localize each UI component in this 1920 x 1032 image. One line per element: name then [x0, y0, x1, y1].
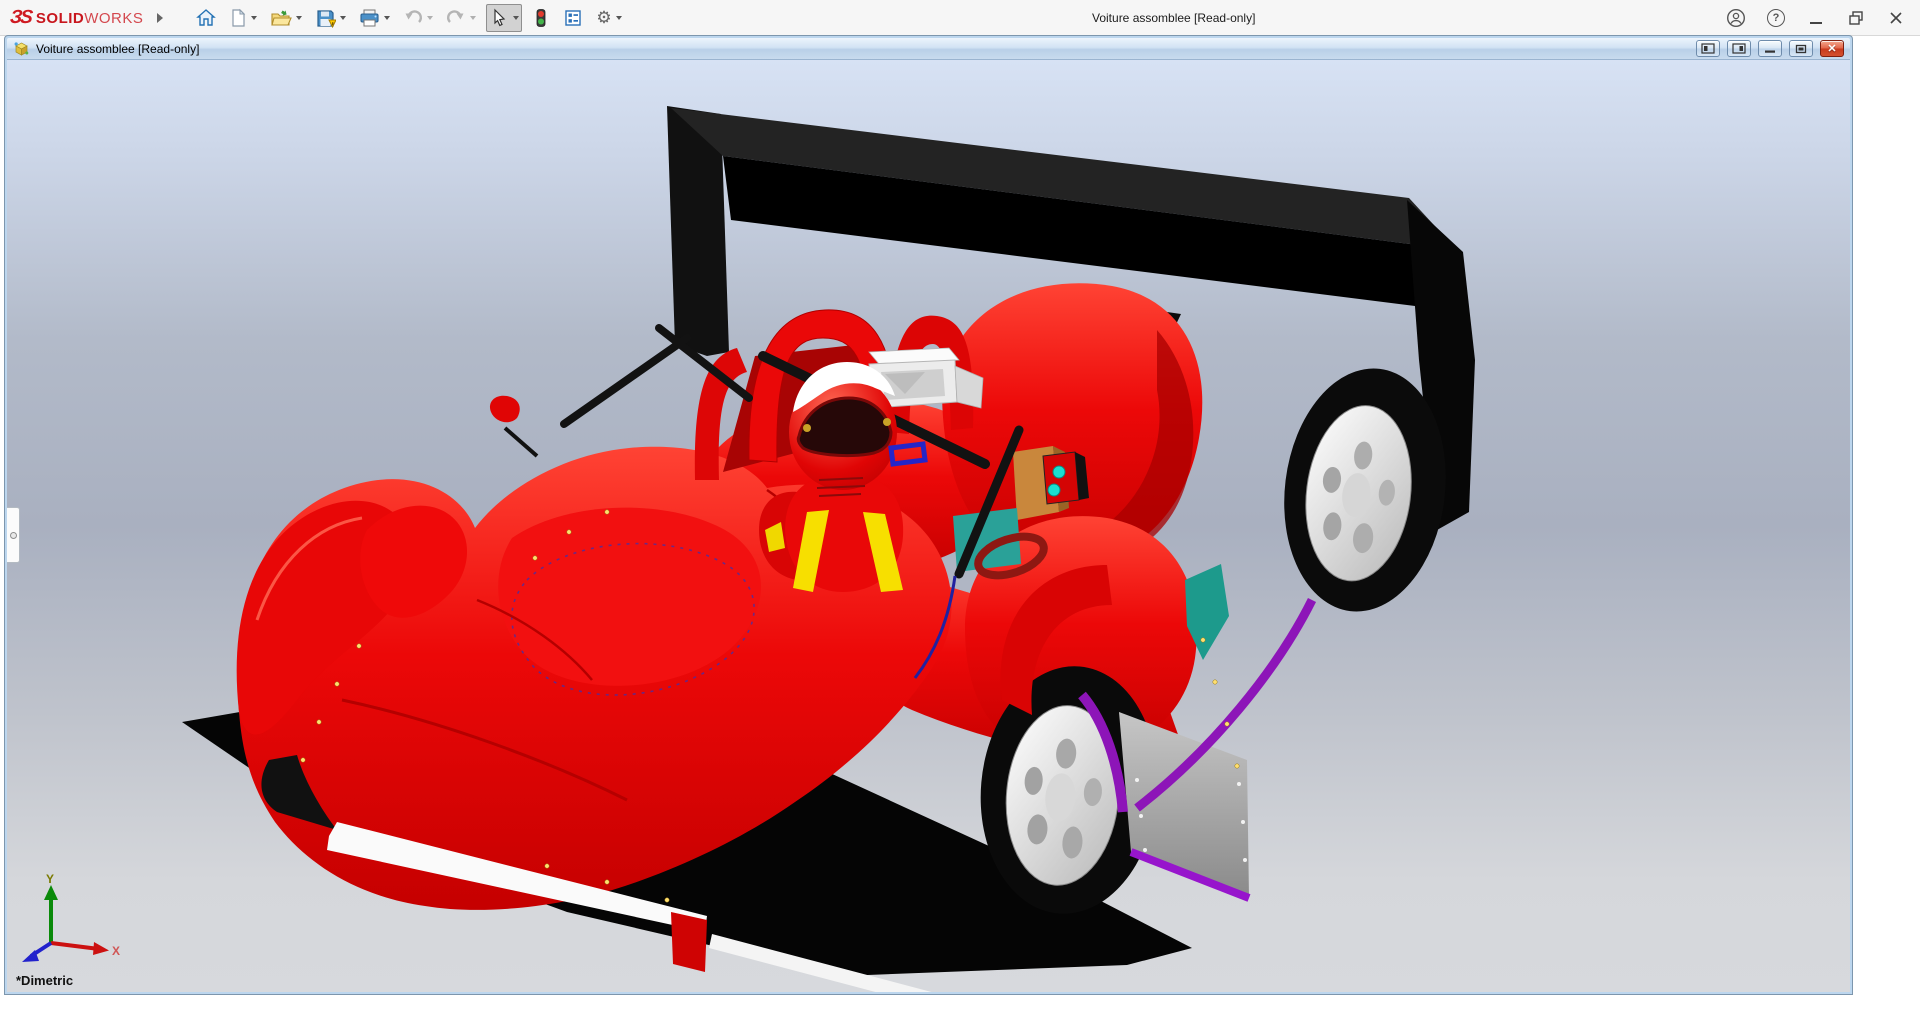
- toolbar-rebuild-button[interactable]: [529, 4, 553, 32]
- x-axis-label: X: [112, 944, 120, 958]
- toolbar-select-button[interactable]: [486, 4, 522, 32]
- toolbar-new-document-button[interactable]: [226, 4, 260, 32]
- toggle-right-pane-button[interactable]: [1727, 40, 1751, 57]
- save-icon: [315, 8, 336, 28]
- document-window-controls: ✕: [1696, 40, 1844, 57]
- app-window-controls: ?: [1726, 0, 1906, 36]
- print-icon: [359, 8, 380, 28]
- dropdown-caret[interactable]: [470, 16, 476, 20]
- menu-expand-arrow-icon[interactable]: [157, 13, 163, 23]
- restore-button[interactable]: [1846, 8, 1866, 28]
- account-button[interactable]: [1726, 8, 1746, 28]
- solidworks-logo: ЗS SOLID WORKS: [10, 7, 143, 29]
- toolbar-open-button[interactable]: [267, 4, 305, 32]
- toolbar-home-button[interactable]: [193, 4, 219, 32]
- viewport-3d[interactable]: Y X *Dimetric: [7, 60, 1850, 992]
- doc-minimize-button[interactable]: [1758, 40, 1782, 57]
- redo-icon: [446, 8, 466, 28]
- orientation-triad: Y X: [13, 873, 123, 970]
- model-render: [7, 60, 1850, 992]
- dropdown-caret[interactable]: [251, 16, 257, 20]
- minimize-button[interactable]: [1806, 8, 1826, 28]
- app-title-bar: ЗS SOLID WORKS: [0, 0, 1920, 36]
- toolbar-options-button[interactable]: ⚙: [593, 5, 624, 31]
- close-button[interactable]: [1886, 8, 1906, 28]
- doc-restore-button[interactable]: [1789, 40, 1813, 57]
- toolbar-file-properties-button[interactable]: [560, 4, 586, 32]
- view-orientation-label: *Dimetric: [16, 973, 73, 988]
- dropdown-caret[interactable]: [616, 16, 622, 20]
- doc-close-button[interactable]: ✕: [1820, 40, 1844, 57]
- doc-minimize-icon: [1764, 44, 1776, 54]
- doc-restore-icon: [1795, 44, 1807, 54]
- dropdown-caret[interactable]: [340, 16, 346, 20]
- help-icon: ?: [1767, 9, 1785, 27]
- close-icon: [1888, 10, 1904, 26]
- document-window: Voiture assomblee [Read-only] ✕: [5, 36, 1852, 994]
- x-axis-arrow: [93, 942, 109, 955]
- account-icon: [1726, 8, 1746, 28]
- document-title: Voiture assomblee [Read-only]: [36, 42, 199, 56]
- ds-logo-icon: ЗS: [9, 7, 32, 29]
- brand-name-bold: SOLID: [36, 10, 84, 27]
- home-icon: [196, 8, 216, 28]
- y-axis-label: Y: [46, 873, 54, 886]
- toggle-left-pane-button[interactable]: [1696, 40, 1720, 57]
- dropdown-caret[interactable]: [513, 16, 519, 20]
- y-axis-arrow: [44, 885, 58, 900]
- help-button[interactable]: ?: [1766, 8, 1786, 28]
- assembly-document-icon: [13, 40, 30, 57]
- brand-name-light: WORKS: [84, 10, 143, 27]
- minimize-icon: [1810, 22, 1822, 24]
- open-folder-icon: [270, 8, 292, 28]
- document-title-bar[interactable]: Voiture assomblee [Read-only] ✕: [7, 38, 1850, 60]
- dropdown-caret[interactable]: [296, 16, 302, 20]
- dash-buttons: [1043, 452, 1089, 504]
- dropdown-caret[interactable]: [427, 16, 433, 20]
- toolbar-print-button[interactable]: [356, 4, 393, 32]
- new-document-icon: [229, 8, 247, 28]
- toolbar-redo-button[interactable]: [443, 4, 479, 32]
- toolbar-undo-button[interactable]: [400, 4, 436, 32]
- rebuild-traffic-light-icon: [532, 8, 550, 28]
- feature-tree-collapsed-tab[interactable]: [7, 507, 20, 563]
- restore-icon: [1847, 10, 1865, 26]
- left-mirror: [490, 396, 537, 456]
- dropdown-caret[interactable]: [384, 16, 390, 20]
- undo-icon: [403, 8, 423, 28]
- options-gear-icon: ⚙: [596, 9, 611, 27]
- right-pane-icon: [1732, 43, 1746, 54]
- toolbar-save-button[interactable]: [312, 4, 349, 32]
- file-properties-icon: [563, 8, 583, 28]
- left-pane-icon: [1701, 43, 1715, 54]
- select-cursor-icon: [489, 8, 509, 28]
- collapsed-tab-handle-icon: [10, 532, 17, 539]
- mdi-area: Voiture assomblee [Read-only] ✕: [0, 36, 1920, 1031]
- doc-close-icon: ✕: [1827, 42, 1836, 55]
- quick-access-toolbar: ⚙: [193, 4, 624, 32]
- app-window-title: Voiture assomblee [Read-only]: [1092, 0, 1255, 36]
